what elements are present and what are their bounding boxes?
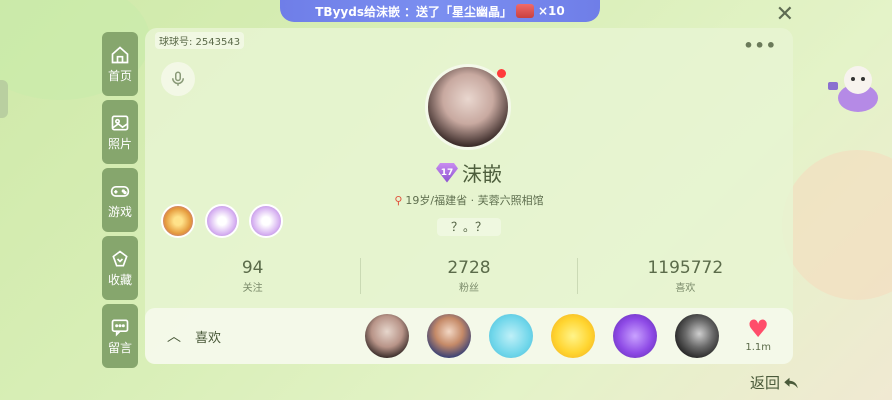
qiuqiu-id: 球球号: 2543543 bbox=[155, 32, 245, 49]
gift-box-icon bbox=[515, 4, 534, 18]
liker-avatar-list bbox=[365, 314, 719, 358]
back-button[interactable]: 返回 bbox=[750, 372, 800, 393]
profile-name: 沫嵌 bbox=[462, 162, 502, 186]
message-icon bbox=[111, 319, 129, 337]
age-location-text: 19岁/福建省 · 芙蓉六照相馆 bbox=[405, 194, 544, 207]
banner-gift-text: ：送了「星尘幽晶」 bbox=[403, 4, 512, 19]
mascot-sticker bbox=[824, 58, 888, 120]
stat-label: 关注 bbox=[242, 283, 263, 294]
sidebar-item-games[interactable]: 游戏 bbox=[102, 168, 138, 232]
sidebar-item-messages[interactable]: 留言 bbox=[102, 304, 138, 368]
chevron-up-icon[interactable]: ︿ bbox=[167, 326, 181, 346]
sidebar-item-label: 照片 bbox=[107, 136, 132, 151]
more-options-icon[interactable]: ••• bbox=[743, 36, 777, 55]
stat-label: 粉丝 bbox=[458, 283, 479, 294]
microphone-icon bbox=[172, 71, 184, 86]
photo-icon bbox=[111, 115, 129, 130]
banner-sender-text: TByyds给沫嵌 bbox=[315, 4, 400, 19]
profile-panel: 球球号: 2543543 ••• 17 沫嵌 ⚲ 19岁/福建省 · 芙蓉六照相… bbox=[145, 28, 793, 364]
likes-bar: ︿ 喜欢 ♥ 1.1m bbox=[145, 308, 793, 364]
gift-broadcast-banner: TByyds给沫嵌 ：送了「星尘幽晶」 ×10 bbox=[280, 0, 600, 22]
likes-label: 喜欢 bbox=[195, 330, 222, 346]
profile-avatar[interactable] bbox=[425, 64, 511, 150]
gamepad-icon bbox=[110, 185, 130, 197]
stat-value: 94 bbox=[241, 258, 264, 278]
sidebar: 首页 照片 游戏 收藏 留言 bbox=[102, 32, 138, 372]
banner-multiplier: ×10 bbox=[537, 4, 565, 18]
medal-badge[interactable] bbox=[161, 204, 195, 238]
sidebar-item-label: 留言 bbox=[107, 340, 132, 355]
back-label: 返回 bbox=[749, 374, 780, 392]
sidebar-item-label: 收藏 bbox=[107, 272, 132, 287]
voice-button[interactable] bbox=[161, 62, 195, 96]
stats-row: 94 关注 2728 粉丝 1195772 喜欢 bbox=[145, 258, 793, 294]
liker-avatar[interactable] bbox=[365, 314, 409, 358]
level-number: 17 bbox=[440, 167, 454, 178]
like-count: 1.1m bbox=[745, 342, 771, 353]
close-icon[interactable]: ✕ bbox=[776, 4, 794, 26]
medal-badge[interactable] bbox=[249, 204, 283, 238]
stat-value: 1195772 bbox=[647, 258, 724, 278]
name-row: 17 沫嵌 bbox=[145, 158, 793, 187]
stat-value: 2728 bbox=[447, 258, 491, 278]
liker-avatar[interactable] bbox=[613, 314, 657, 358]
edge-pull-tab[interactable] bbox=[0, 80, 8, 118]
sidebar-item-photos[interactable]: 照片 bbox=[102, 100, 138, 164]
home-icon bbox=[111, 45, 129, 63]
sidebar-item-home[interactable]: 首页 bbox=[102, 32, 138, 96]
sidebar-item-label: 游戏 bbox=[107, 204, 132, 219]
back-arrow-icon bbox=[784, 377, 798, 388]
liker-avatar[interactable] bbox=[675, 314, 719, 358]
liker-avatar[interactable] bbox=[551, 314, 595, 358]
collection-icon bbox=[112, 249, 128, 266]
location-pin-icon: ⚲ bbox=[394, 193, 403, 207]
stat-following[interactable]: 94 关注 bbox=[145, 258, 362, 294]
background-blob bbox=[782, 150, 892, 300]
online-status-dot bbox=[497, 69, 506, 78]
sidebar-item-collection[interactable]: 收藏 bbox=[102, 236, 138, 300]
level-badge: 17 bbox=[436, 162, 458, 183]
heart-icon: ♥ bbox=[747, 315, 769, 343]
medal-badge[interactable] bbox=[205, 204, 239, 238]
stat-fans[interactable]: 2728 粉丝 bbox=[361, 258, 578, 294]
liker-avatar[interactable] bbox=[489, 314, 533, 358]
stat-likes[interactable]: 1195772 喜欢 bbox=[578, 258, 793, 294]
liker-avatar[interactable] bbox=[427, 314, 471, 358]
medal-list bbox=[161, 204, 283, 238]
like-button[interactable]: ♥ 1.1m bbox=[745, 316, 771, 353]
signature-text: ？。？ bbox=[437, 218, 501, 236]
stat-label: 喜欢 bbox=[675, 283, 696, 294]
sidebar-item-label: 首页 bbox=[107, 68, 132, 83]
